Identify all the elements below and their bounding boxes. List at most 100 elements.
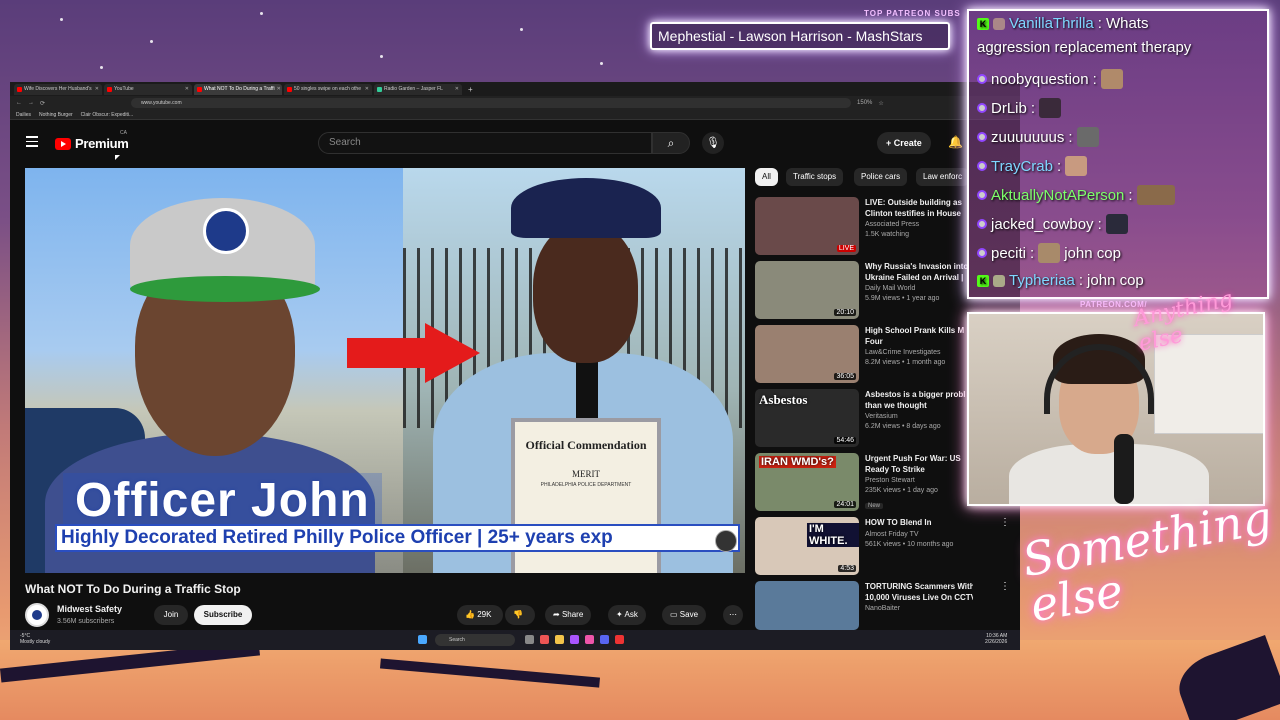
chat-username: zuuuuuuus — [991, 128, 1065, 146]
browser-tab-active[interactable]: What NOT To Do During a Traffi ✕ — [194, 83, 282, 95]
recommendation-channel[interactable]: NanoBaiter — [865, 605, 900, 612]
recommendation-channel[interactable]: Preston Stewart — [865, 477, 915, 484]
browser-tab[interactable]: YouTube ✕ — [104, 83, 192, 95]
save-button[interactable]: ▭ Save — [662, 605, 707, 625]
browser-tab[interactable]: 50 singles swipe on each othe ✕ — [284, 83, 372, 95]
reload-icon[interactable]: ⟳ — [40, 100, 45, 107]
browser-tab[interactable]: Radio Garden – Jasper FL ✕ — [374, 83, 462, 95]
bookmark-item[interactable]: Nothing Burger — [39, 112, 73, 118]
recommendation-title[interactable]: TORTURING Scammers With — [865, 581, 973, 592]
chrome-icon[interactable] — [615, 635, 624, 644]
video-thumbnail[interactable]: 36:05 — [755, 325, 859, 383]
menu-icon[interactable] — [26, 136, 38, 150]
close-icon[interactable]: ✕ — [277, 86, 281, 92]
region-code: CA — [120, 130, 127, 136]
forward-arrow-icon[interactable]: → — [28, 100, 34, 106]
recommendation-title[interactable]: Why Russia's Invasion into — [865, 261, 973, 272]
taskbar-app-icon[interactable] — [570, 635, 579, 644]
dislike-button[interactable]: 👎 — [505, 605, 535, 625]
close-icon[interactable]: ✕ — [95, 86, 99, 92]
discord-icon[interactable] — [600, 635, 609, 644]
twitch-badge-icon — [977, 190, 987, 200]
taskbar-search[interactable]: Search — [435, 634, 515, 646]
recommendation-channel[interactable]: Daily Mail World — [865, 285, 915, 292]
search-input[interactable]: Search — [318, 132, 652, 154]
youtube-logo[interactable]: Premium CA — [55, 130, 129, 151]
cert-subtitle: MERIT — [572, 469, 600, 479]
recommendation-title-line2[interactable]: Ukraine Failed on Arrival | — [865, 272, 973, 283]
video-thumbnail[interactable]: 20:10 — [755, 261, 859, 319]
chat-message: DrLib: — [977, 98, 1062, 118]
recommendation-title-line2[interactable]: 10,000 Viruses Live On CCTV! — [865, 592, 973, 603]
video-player[interactable]: Official Commendation MERIT PHILADELPHIA… — [25, 168, 745, 573]
recommendation-title[interactable]: High School Prank Kills M — [865, 325, 973, 336]
video-thumbnail[interactable]: IRAN WMD's? 24:01 — [755, 453, 859, 511]
recommendation-title-line2[interactable]: than we thought — [865, 400, 973, 411]
join-button[interactable]: Join — [154, 605, 188, 625]
taskbar-app-icon[interactable] — [525, 635, 534, 644]
bookmark-item[interactable]: Clair Obscur: Expediti... — [81, 112, 134, 118]
zoom-level[interactable]: 150% — [857, 100, 872, 106]
like-button[interactable]: 👍 29K — [457, 605, 503, 625]
channel-avatar[interactable] — [25, 603, 49, 627]
video-thumbnail[interactable]: Asbestos 54:46 — [755, 389, 859, 447]
recommendation-title-line2[interactable]: Clinton testifies in House — [865, 208, 973, 219]
recommendation-channel[interactable]: Almost Friday TV — [865, 531, 919, 538]
search-icon[interactable]: ⌕ — [652, 132, 690, 154]
emote-icon — [1065, 156, 1088, 176]
clock[interactable]: 10:36 AM 2/26/2026 — [985, 633, 1007, 645]
more-options-icon[interactable]: ⋮ — [1000, 517, 1010, 528]
recommendation-title[interactable]: LIVE: Outside building as — [865, 197, 973, 208]
address-bar-row: ← → ⟳ www.youtube.com 150% ☆ — [10, 96, 1020, 110]
folder-icon[interactable] — [555, 635, 564, 644]
microphone-icon[interactable]: 🎙 — [702, 132, 724, 154]
close-icon[interactable]: ✕ — [185, 86, 189, 92]
cert-title: Official Commendation — [525, 438, 647, 452]
more-options-icon[interactable]: ⋮ — [1000, 581, 1010, 592]
chip-traffic-stops[interactable]: Traffic stops — [786, 168, 844, 186]
recommendation-channel[interactable]: Law&Crime Investigates — [865, 349, 940, 356]
recommendation-title[interactable]: Asbestos is a bigger probl — [865, 389, 973, 400]
close-icon[interactable]: ✕ — [365, 86, 369, 92]
create-button[interactable]: + Create — [877, 132, 931, 154]
twitch-badge-icon — [977, 248, 987, 258]
new-tab-button[interactable]: + — [468, 85, 473, 94]
ask-button[interactable]: ✦ Ask — [608, 605, 646, 625]
recommendation-channel[interactable]: Associated Press — [865, 221, 919, 228]
channel-watermark[interactable] — [715, 530, 737, 552]
video-thumbnail[interactable]: I'M WHITE. 4:53 — [755, 517, 859, 575]
emote-icon — [1100, 69, 1123, 89]
close-icon[interactable]: ✕ — [455, 86, 459, 92]
chip-police-cars[interactable]: Police cars — [854, 168, 908, 186]
more-actions-icon[interactable]: ⋯ — [723, 605, 743, 625]
video-thumbnail[interactable]: LIVE — [755, 197, 859, 255]
tab-label: YouTube — [114, 86, 134, 92]
windows-start-icon[interactable] — [418, 635, 427, 644]
chip-law-enforcement[interactable]: Law enforc — [916, 168, 970, 186]
bell-icon[interactable]: 🔔 — [948, 135, 963, 149]
subscribe-button[interactable]: Subscribe — [194, 605, 252, 625]
url-input[interactable]: www.youtube.com — [131, 98, 852, 108]
patreon-marquee: Mephestial - Lawson Harrison - MashStars — [650, 22, 950, 50]
browser-window: Wife Discovers Her Husband's ✕ YouTube ✕ W… — [10, 82, 1020, 650]
recommendation-channel[interactable]: Veritasium — [865, 413, 898, 420]
channel-name[interactable]: Midwest Safety — [57, 604, 122, 614]
chat-message: noobyquestion: — [977, 69, 1123, 89]
star-icon[interactable]: ☆ — [878, 100, 883, 107]
share-button[interactable]: ➦ Share — [545, 605, 592, 625]
recommendation-title[interactable]: HOW TO Blend In — [865, 517, 973, 528]
recommendation-meta: 8.2M views • 1 month ago — [865, 359, 946, 366]
chip-all[interactable]: All — [755, 168, 778, 186]
taskbar-app-icon[interactable] — [585, 635, 594, 644]
weather-widget[interactable]: -5°C Mostly cloudy — [20, 633, 50, 645]
browser-tab[interactable]: Wife Discovers Her Husband's ✕ — [14, 83, 102, 95]
back-arrow-icon[interactable]: ← — [16, 100, 22, 106]
recommendation-title[interactable]: Urgent Push For War: US — [865, 453, 973, 464]
bookmark-item[interactable]: Dailies — [16, 112, 31, 118]
taskbar-app-icon[interactable] — [540, 635, 549, 644]
recommendation-title-line2[interactable]: Four — [865, 336, 973, 347]
star-decoration — [260, 12, 263, 15]
recommendation-item[interactable]: I'M WHITE. 4:53 HOW TO Blend In Almost Fr… — [755, 517, 1020, 575]
recommendation-title-line2[interactable]: Ready To Strike — [865, 464, 973, 475]
video-thumbnail[interactable] — [755, 581, 859, 630]
